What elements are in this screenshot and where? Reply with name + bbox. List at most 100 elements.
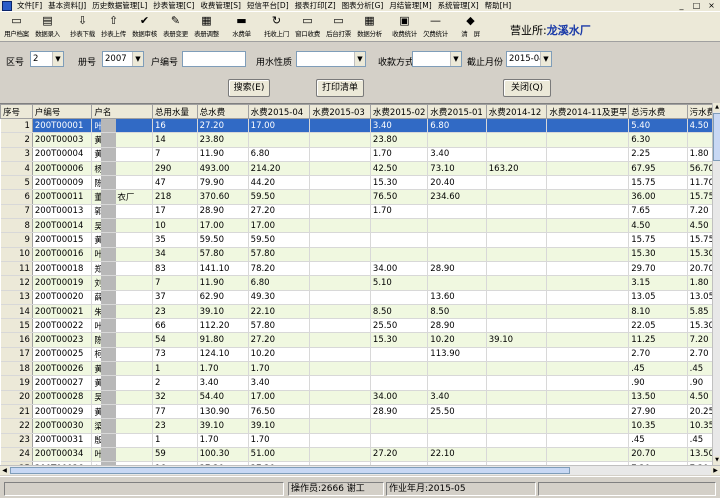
table-row[interactable]: 18 200T00026 黄 1 1.70 1.70.45.45 — [0, 361, 712, 377]
toolbar-button-1[interactable]: ▤ 数据录入 — [32, 12, 63, 41]
table-row[interactable]: 19 200T00027 黄 2 3.40 3.40.90.90 — [0, 375, 712, 391]
scroll-right-arrow-icon[interactable]: ▶ — [711, 466, 720, 475]
table-row[interactable]: 13 200T00020 薛 37 62.90 49.30 13.60 13.05 13.05 — [0, 290, 712, 305]
book-select[interactable]: 2007 ▼ — [102, 51, 144, 67]
table-cell: 15.30 — [687, 247, 712, 262]
column-header[interactable]: 总用水量 — [152, 104, 198, 119]
table-row[interactable]: 3 200T00004 黄 7 11.90 6.80 1.70 3.40 2.25 1.80 — [0, 147, 712, 162]
month-select[interactable]: 2015-04 ▼ — [506, 51, 552, 67]
toolbar-button-13[interactable]: — 欠费统计 — [420, 12, 451, 41]
table-cell: 12 — [0, 275, 33, 291]
scroll-down-arrow-icon[interactable]: ▼ — [713, 456, 720, 465]
district-select[interactable]: 2 ▼ — [30, 51, 64, 67]
menu-item-7[interactable]: 图表分析[G] — [339, 0, 387, 11]
table-row[interactable]: 12 200T00019 刘 7 11.90 6.80 5.10 3.15 1.80 — [0, 275, 712, 291]
toolbar-button-0[interactable]: ▭ 用户档案 — [1, 12, 32, 41]
table-row[interactable]: 20 200T00028 吴 32 54.40 17.00 34.00 3.40 13.50 4.… — [0, 390, 712, 405]
column-header[interactable]: 序号 — [0, 104, 33, 119]
table-row[interactable]: 16 200T00023 陈 54 91.80 27.20 15.30 10.20 39.10 1… — [0, 332, 712, 348]
minimize-button[interactable]: _ — [675, 1, 688, 11]
print-list-button[interactable]: 打印清单 — [316, 79, 364, 97]
menu-item-8[interactable]: 月结管理[M] — [386, 0, 434, 11]
chevron-down-icon[interactable]: ▼ — [132, 52, 143, 66]
chevron-down-icon[interactable]: ▼ — [540, 52, 551, 66]
column-header[interactable]: 水费2015-03 — [309, 104, 371, 119]
vertical-scroll-thumb[interactable] — [713, 113, 720, 161]
scroll-up-arrow-icon[interactable]: ▲ — [713, 103, 720, 112]
table-row[interactable]: 21 200T00029 黄 77 130.90 76.50 28.90 25.50 27.90… — [0, 404, 712, 420]
menu-item-0[interactable]: 文件[F] — [14, 0, 45, 11]
toolbar-button-6[interactable]: ▦ 表册调整 — [191, 12, 222, 41]
toolbar-label: 数据审核 — [132, 30, 157, 38]
maximize-button[interactable]: □ — [690, 1, 703, 11]
chevron-down-icon[interactable]: ▼ — [450, 52, 461, 66]
toolbar-button-14[interactable]: ◆ 清 屏 — [455, 12, 486, 41]
menu-item-9[interactable]: 系统管理[X] — [435, 0, 482, 11]
chevron-down-icon[interactable]: ▼ — [52, 52, 63, 66]
toolbar-button-9[interactable]: ▭ 窗口收费 — [292, 12, 323, 41]
table-row[interactable]: 5 200T00009 陈 47 79.90 44.20 15.30 20.40 15.75 11… — [0, 175, 712, 191]
table-cell: 112.20 — [197, 318, 249, 334]
menu-item-1[interactable]: 基本资料[J] — [45, 0, 89, 11]
toolbar-button-7[interactable]: ▬ 水费单 — [226, 12, 257, 41]
table-row[interactable]: 8 200T00014 吴 10 17.00 17.00 4.50 4.50 — [0, 218, 712, 234]
table-row[interactable]: 2 200T00003 黄 14 23.80 23.80 6.30 — [0, 132, 712, 148]
table-cell: 1.70 — [370, 204, 429, 220]
column-header[interactable]: 总水费 — [196, 104, 249, 119]
data-grid[interactable]: 序号 户编号 户名 总用水量 总水费 水费2015-04 水费2015-03 水费2015-0… — [0, 103, 712, 465]
horizontal-scrollbar[interactable]: ◀ ▶ — [0, 465, 720, 475]
scroll-left-arrow-icon[interactable]: ◀ — [0, 466, 9, 475]
table-row[interactable]: 15 200T00022 叶 66 112.20 57.80 25.50 28.90 22.05… — [0, 318, 712, 334]
horizontal-scroll-thumb[interactable] — [10, 467, 570, 474]
close-window-button[interactable]: × — [705, 1, 718, 11]
search-button[interactable]: 搜索(E) — [228, 79, 270, 97]
menu-item-10[interactable]: 帮助[H] — [482, 0, 515, 11]
chevron-down-icon[interactable]: ▼ — [354, 52, 365, 66]
column-header[interactable]: 水费2014-11及更早 — [546, 104, 630, 119]
column-header[interactable]: 总污水费 — [628, 104, 688, 119]
pay-method-select[interactable]: ▼ — [412, 51, 462, 67]
water-type-select[interactable]: ▼ — [296, 51, 366, 67]
toolbar-button-11[interactable]: ▦ 数据分析 — [354, 12, 385, 41]
toolbar-button-3[interactable]: ⇧ 抄表上传 — [98, 12, 129, 41]
toolbar-button-12[interactable]: ▣ 收费统计 — [389, 12, 420, 41]
table-row[interactable]: 23 200T00031 殷 1 1.70 1.70.45.45 — [0, 433, 712, 448]
close-button[interactable]: 关闭(Q) — [503, 79, 551, 97]
toolbar-button-4[interactable]: ✔ 数据审核 — [129, 12, 160, 41]
toolbar-button-2[interactable]: ⇩ 抄表下载 — [67, 12, 98, 41]
table-row[interactable]: 10 200T00016 叶 34 57.80 57.80 15.30 15.30 — [0, 247, 712, 262]
column-header[interactable]: 户编号 — [31, 104, 93, 119]
table-row[interactable]: 17 200T00025 柯 73 124.10 10.20 113.90 2.70 2.70 — [0, 347, 712, 363]
column-header[interactable]: 水费2014-12 — [485, 104, 548, 119]
toolbar-button-5[interactable]: ✎ 表册变更 — [160, 12, 191, 41]
table-row[interactable]: 6 200T00011 董衣厂 218 370.60 59.50 76.50 234.60 36… — [0, 189, 712, 205]
column-header[interactable]: 污水费2015-0 — [686, 104, 712, 119]
table-cell: 76.50 — [248, 404, 311, 420]
table-row[interactable]: 24 200T00034 叶 59 100.30 51.00 27.20 22.10 20.70… — [0, 447, 712, 463]
table-row[interactable]: 1 200T00001 叶 16 27.20 17.00 3.40 6.80 5.40 4.50 — [0, 118, 712, 134]
menu-item-2[interactable]: 历史数据管理[L] — [89, 0, 150, 11]
user-no-input[interactable] — [182, 51, 246, 67]
table-row[interactable]: 9 200T00015 黄 35 59.50 59.50 15.75 15.75 — [0, 232, 712, 248]
table-cell — [486, 318, 548, 334]
toolbar-button-8[interactable]: ↻ 托收上门 — [261, 12, 292, 41]
pay-method-label: 收款方式 — [378, 58, 415, 68]
menu-item-3[interactable]: 抄表管理[C] — [150, 0, 197, 11]
table-row[interactable]: 4 200T00006 杨 290 493.00 214.20 42.50 73.10 163.… — [0, 161, 712, 177]
toolbar-button-10[interactable]: ▭ 后台打票 — [323, 12, 354, 41]
table-row[interactable]: 11 200T00018 郑 83 141.10 78.20 34.00 28.90 29.70… — [0, 261, 712, 277]
menu-item-4[interactable]: 收费管理[S] — [197, 0, 244, 11]
column-header[interactable]: 水费2015-02 — [369, 104, 429, 119]
company-name: 龙溪水厂 — [546, 24, 591, 37]
menu-item-6[interactable]: 报表打印[Z] — [292, 0, 339, 11]
column-header[interactable]: 水费2015-01 — [427, 104, 487, 119]
menu-item-5[interactable]: 短信平台[D] — [244, 0, 292, 11]
table-cell: 陈 — [91, 175, 153, 191]
column-header[interactable]: 户名 — [91, 104, 153, 119]
table-row[interactable]: 22 200T00030 梁 23 39.10 39.10 10.35 10.35 — [0, 418, 712, 434]
vertical-scrollbar[interactable]: ▲ ▼ — [712, 103, 720, 465]
table-row[interactable]: 7 200T00013 郭 17 28.90 27.20 1.70 7.65 7.20 — [0, 204, 712, 220]
table-row[interactable]: 14 200T00021 朱 23 39.10 22.10 8.50 8.50 8.10 5.85 — [0, 304, 712, 320]
column-header[interactable]: 水费2015-04 — [247, 104, 311, 119]
app-icon[interactable] — [2, 0, 12, 11]
